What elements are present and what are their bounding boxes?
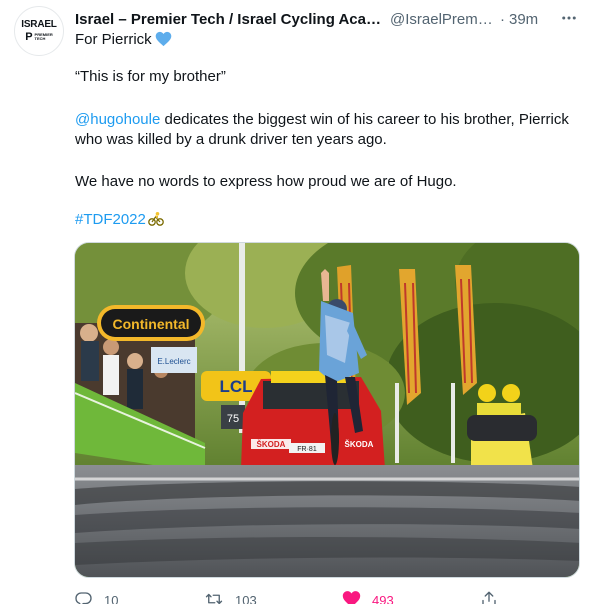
mention-link[interactable]: @hugohoule — [75, 111, 160, 128]
share-button[interactable] — [480, 590, 498, 604]
more-icon[interactable] — [557, 7, 581, 29]
share-icon — [480, 590, 498, 604]
account-name[interactable]: Israel – Premier Tech / Israel Cycling A… — [75, 11, 383, 28]
separator-dot: · — [500, 10, 505, 28]
car-brand-right: ŠKODA — [345, 440, 374, 449]
avatar-logo-sub2: TECH — [34, 36, 46, 41]
continental-banner-text: Continental — [113, 316, 190, 332]
tweet-photo[interactable]: Continental E.Leclerc LCL 75 ŠKODA ŠKODA… — [74, 242, 580, 578]
cyclist-icon — [148, 211, 164, 233]
tweet-text-quote: “This is for my brother” — [75, 68, 226, 85]
car-plate: FR·81 — [297, 446, 317, 453]
reply-count: 10 — [104, 592, 119, 604]
like-button[interactable]: 493 — [342, 590, 394, 604]
tweet-text-hashtag-line: #TDF2022 — [75, 210, 585, 233]
retweet-button[interactable]: 103 — [204, 590, 257, 604]
tweet-time[interactable]: 39m — [509, 11, 538, 28]
retweet-icon — [204, 590, 224, 604]
heart-icon — [342, 590, 361, 604]
reply-icon — [74, 590, 93, 604]
tweet-text-dedication: @hugohoule dedicates the biggest win of … — [75, 110, 585, 150]
sign-75-text: 75 — [227, 413, 239, 425]
tweet-actions: 10 103 493 — [74, 590, 504, 604]
avatar-logo-row: P PREMIER TECH — [25, 31, 53, 43]
tweet[interactable]: ISRAEL P PREMIER TECH Israel – Premier T… — [0, 0, 591, 604]
leclerc-sign-text: E.Leclerc — [157, 357, 190, 366]
tweet-text-line-1: For Pierrick — [75, 30, 585, 53]
account-handle[interactable]: @IsraelPremT... — [390, 11, 496, 28]
tweet-text-for-pierrick: For Pierrick — [75, 31, 152, 48]
car-brand-left: ŠKODA — [257, 440, 286, 449]
like-count: 493 — [372, 592, 394, 604]
retweet-count: 103 — [235, 592, 257, 604]
reply-button[interactable]: 10 — [74, 590, 118, 604]
tweet-text-proud: We have no words to express how proud we… — [75, 173, 457, 190]
avatar[interactable]: ISRAEL P PREMIER TECH — [14, 6, 64, 56]
avatar-logo-text: ISRAEL — [21, 19, 57, 30]
blue-heart-icon — [155, 31, 172, 53]
lcl-sign-text: LCL — [219, 377, 252, 396]
hashtag-link[interactable]: #TDF2022 — [75, 211, 146, 228]
avatar-logo-mark: P — [25, 31, 33, 43]
tweet-header: Israel – Premier Tech / Israel Cycling A… — [75, 9, 580, 29]
